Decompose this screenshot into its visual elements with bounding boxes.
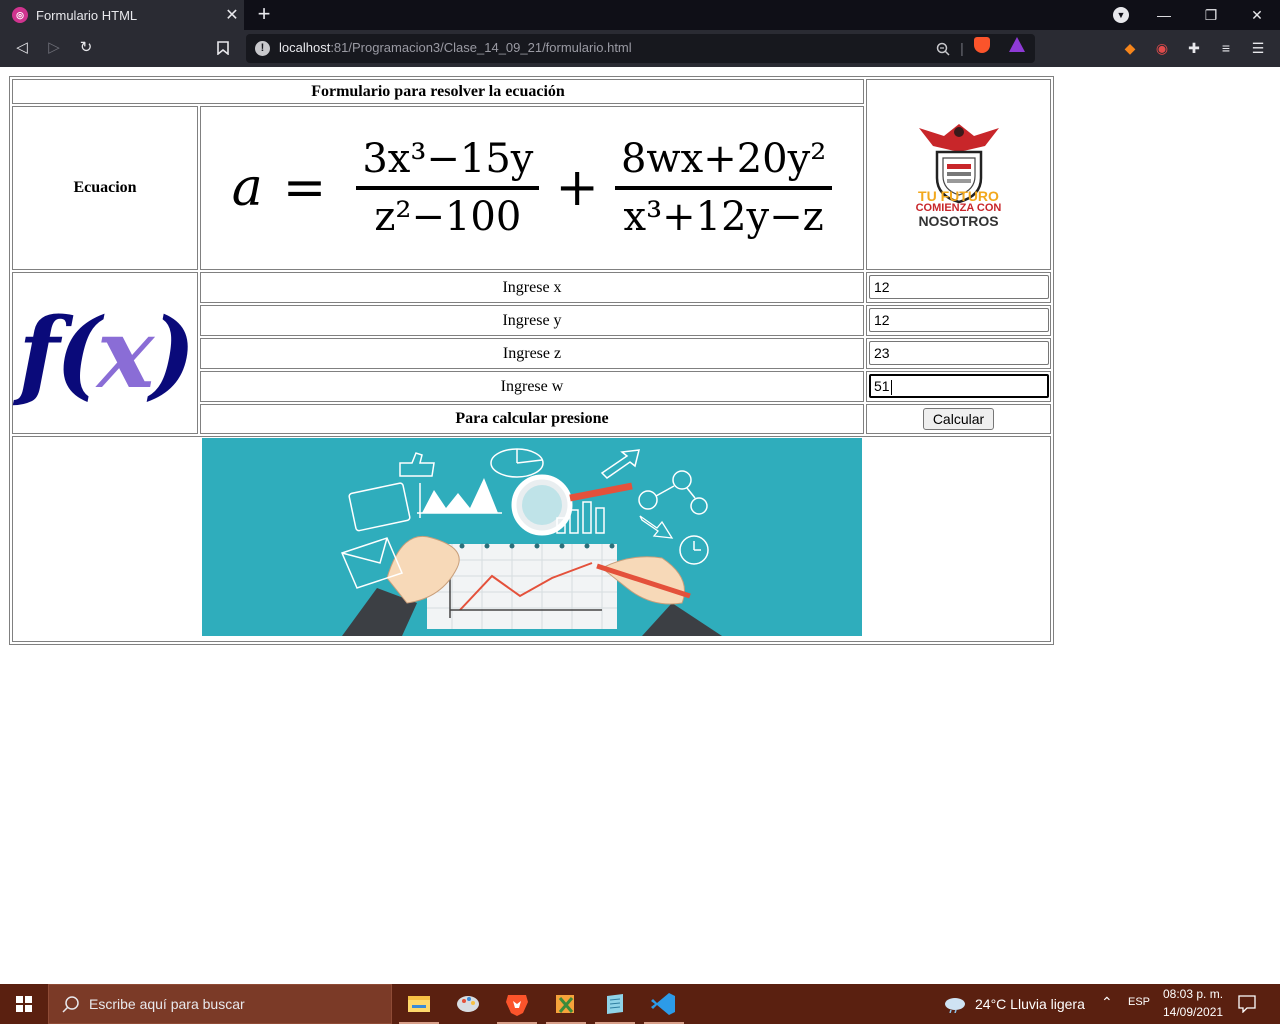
url-divider: | [960, 40, 964, 56]
input-x[interactable]: 12 [869, 275, 1049, 299]
search-placeholder: Escribe aquí para buscar [89, 996, 245, 1012]
windows-logo-icon [16, 996, 32, 1012]
weather-text[interactable]: 24°C Lluvia ligera [975, 996, 1085, 1012]
text-caret [890, 379, 892, 395]
logo-slogan: TU FUTURO COMIENZA CON NOSOTROS [866, 189, 1051, 228]
submit-cell: Calcular [866, 404, 1051, 434]
logo-cell [866, 79, 1051, 270]
clock-date[interactable]: 14/09/2021 [1163, 1005, 1223, 1019]
label-z: Ingrese z [200, 338, 864, 369]
input-w[interactable]: 51 [869, 374, 1049, 398]
taskbar-notepad[interactable] [591, 984, 639, 1024]
label-y: Ingrese y [200, 305, 864, 336]
brave-browser-icon [506, 995, 528, 1016]
fraction-1-denominator: z²−100 [374, 194, 522, 240]
equation-cell: a = 3x³−15y z²−100 + 8wx+20y² x³+12y−z [200, 106, 864, 270]
taskbar-vscode[interactable] [640, 984, 688, 1024]
submit-label: Para calcular presione [200, 404, 864, 434]
label-w: Ingrese w [200, 371, 864, 402]
fraction-2-denominator: x³+12y−z [623, 194, 824, 240]
taskbar-xampp[interactable] [542, 984, 590, 1024]
taskbar-app-paint[interactable] [444, 984, 492, 1024]
equation-label: Ecuacion [12, 106, 198, 270]
extension-record-icon[interactable]: ◉ [1153, 39, 1171, 57]
taskbar-search[interactable]: Escribe aquí para buscar [48, 984, 392, 1024]
url-text[interactable]: localhost:81/Programacion3/Clase_14_09_2… [279, 40, 632, 55]
input-y[interactable]: 12 [869, 308, 1049, 332]
menu-icon[interactable]: ☰ [1249, 39, 1267, 57]
reload-icon[interactable]: ↻ [74, 36, 98, 60]
tab-search-icon[interactable]: ▼ [1113, 7, 1129, 23]
input-w-cell: 51 [866, 371, 1051, 402]
taskbar-file-explorer[interactable] [395, 984, 443, 1024]
taskbar-brave-browser[interactable] [493, 984, 541, 1024]
analytics-illustration-icon [340, 448, 722, 636]
equation-lhs: a [231, 158, 263, 218]
tab-favicon-icon: ◎ [12, 7, 28, 23]
bookmark-icon[interactable] [211, 36, 235, 60]
fraction-1: 3x³−15y z²−100 [356, 136, 540, 240]
logo-slogan-line3: NOSOTROS [918, 213, 999, 229]
browser-tab[interactable]: ◎ Formulario HTML ✕ [0, 0, 244, 30]
fx-image-cell: f(x) [12, 272, 198, 434]
media-playlist-icon[interactable]: ≡ [1217, 39, 1235, 57]
forward-icon[interactable]: ▷ [42, 36, 66, 60]
vscode-icon [651, 993, 675, 1015]
analytics-illustration [202, 438, 862, 636]
form-header: Formulario para resolver la ecuación [12, 79, 864, 104]
fraction-2-numerator: 8wx+20y² [620, 136, 827, 182]
notification-center-icon[interactable] [1238, 995, 1256, 1013]
metamask-extension-icon[interactable]: ◆ [1121, 39, 1139, 57]
label-x: Ingrese x [200, 272, 864, 303]
tab-close-icon[interactable]: ✕ [220, 5, 244, 25]
back-icon[interactable]: ◁ [10, 36, 34, 60]
xampp-icon [556, 995, 574, 1013]
calcular-button[interactable]: Calcular [923, 408, 994, 430]
close-window-icon[interactable]: ✕ [1234, 0, 1280, 30]
equation: a = 3x³−15y z²−100 + 8wx+20y² x³+12y−z [232, 136, 833, 240]
browser-titlebar: ◎ Formulario HTML ✕ + ▼ — ❐ ✕ [0, 0, 1280, 30]
fraction-1-numerator: 3x³−15y [362, 136, 534, 182]
tab-title: Formulario HTML [36, 7, 138, 23]
weather-cloud-icon[interactable] [943, 995, 967, 1013]
clock-time[interactable]: 08:03 p. m. [1163, 987, 1223, 1001]
language-indicator[interactable]: ESP [1128, 996, 1150, 1008]
paint-palette-icon [457, 996, 479, 1012]
start-button[interactable] [0, 984, 48, 1024]
input-y-cell: 12 [866, 305, 1051, 336]
zoom-icon[interactable] [934, 39, 952, 58]
brave-rewards-icon[interactable] [1009, 37, 1025, 52]
new-tab-button[interactable]: + [252, 2, 276, 28]
folder-icon [408, 996, 430, 1012]
restore-icon[interactable]: ❐ [1188, 0, 1234, 30]
equation-equals: = [282, 158, 327, 218]
logo-slogan-line1: TU FUTURO [918, 188, 999, 204]
browser-toolbar: ◁ ▷ ↻ ! localhost:81/Programacion3/Clase… [0, 30, 1280, 67]
windows-taskbar: Escribe aquí para buscar 24°C Lluvia lig… [0, 984, 1280, 1024]
notepad-icon [607, 994, 623, 1014]
brave-shields-icon[interactable] [974, 37, 990, 53]
input-z-cell: 23 [866, 338, 1051, 369]
search-icon [62, 996, 79, 1013]
extensions-puzzle-icon[interactable]: ✚ [1185, 39, 1203, 57]
address-bar[interactable]: ! localhost:81/Programacion3/Clase_14_09… [246, 34, 1035, 63]
equation-plus: + [555, 158, 599, 218]
input-z[interactable]: 23 [869, 341, 1049, 365]
page-viewport: Formulario para resolver la ecuación TU … [0, 67, 1280, 984]
site-info-icon[interactable]: ! [255, 41, 270, 56]
minimize-icon[interactable]: — [1141, 0, 1187, 30]
fraction-2: 8wx+20y² x³+12y−z [614, 136, 833, 240]
input-x-cell: 12 [866, 272, 1051, 303]
fx-logo-icon: f(x) [18, 296, 195, 410]
tray-overflow-icon[interactable]: ⌃ [1101, 994, 1113, 1011]
